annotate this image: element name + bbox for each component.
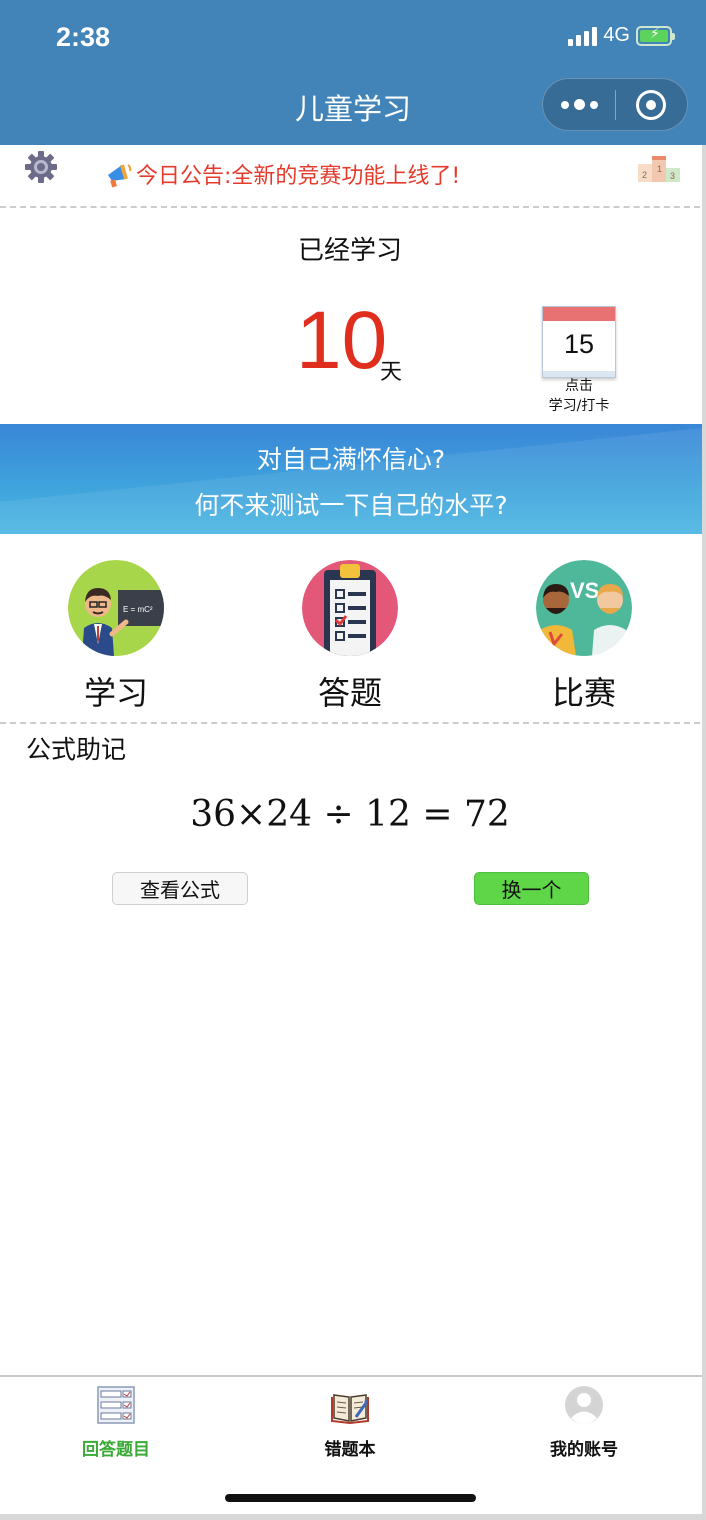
signal-icon — [568, 26, 598, 46]
status-indicators: 4G ⚡ — [568, 24, 675, 47]
banner-line1: 对自己满怀信心? — [256, 445, 446, 474]
podium-icon[interactable]: 1 2 3 — [636, 154, 682, 182]
gear-icon[interactable] — [24, 150, 58, 184]
close-icon[interactable] — [616, 79, 687, 130]
teacher-icon: E = mC² — [68, 560, 164, 656]
svg-text:3: 3 — [670, 171, 675, 181]
tab-my-account[interactable]: 我的账号 — [514, 1385, 654, 1460]
battery-icon: ⚡ — [636, 25, 675, 46]
study-days-count: 10 — [296, 295, 388, 386]
tab-mistake-book[interactable]: 错题本 — [280, 1385, 420, 1460]
calendar-header — [543, 307, 615, 321]
feature-competition-label: 比赛 — [551, 674, 616, 712]
question-list-icon — [97, 1386, 135, 1424]
calendar-day: 15 — [563, 329, 595, 359]
banner-line2: 何不来测试一下自己的水平? — [194, 491, 508, 520]
feature-quiz[interactable]: 答题 — [302, 560, 398, 712]
formula-expression: 36×24 ÷ 12 = 72 — [190, 794, 510, 835]
studied-label: 已经学习 — [297, 236, 402, 266]
feature-study[interactable]: E = mC² 学习 — [68, 560, 164, 712]
svg-text:VS: VS — [570, 578, 599, 603]
status-time: 2:38 — [56, 22, 111, 52]
challenge-banner[interactable]: 对自己满怀信心? 何不来测试一下自己的水平? — [0, 424, 702, 534]
checkin-label-line2: 学习/打卡 — [548, 398, 610, 414]
checkin-calendar-button[interactable]: 15 — [542, 306, 616, 378]
formula-section-title: 公式助记 — [26, 735, 127, 764]
svg-text:E = mC²: E = mC² — [123, 605, 153, 614]
next-formula-button[interactable]: 换一个 — [474, 872, 589, 905]
feature-quiz-label: 答题 — [317, 674, 382, 712]
view-formula-button[interactable]: 查看公式 — [112, 872, 248, 905]
divider — [0, 206, 700, 208]
svg-text:1: 1 — [657, 164, 662, 174]
checkin-label-line1: 点击 — [565, 378, 593, 394]
feature-competition[interactable]: VS 比赛 — [536, 560, 632, 712]
divider — [0, 722, 700, 724]
versus-icon: VS — [536, 560, 632, 656]
header: 2:38 4G ⚡ 儿童学习 — [0, 0, 706, 145]
megaphone-icon — [108, 164, 132, 188]
announcement-bar[interactable]: 今日公告:全新的竞赛功能上线了! — [104, 158, 460, 190]
study-days-unit: 天 — [380, 360, 403, 385]
tab-my-account-label: 我的账号 — [550, 1440, 618, 1460]
mini-program-capsule — [542, 78, 688, 131]
svg-text:2: 2 — [642, 170, 647, 180]
clipboard-icon — [302, 560, 398, 656]
home-indicator[interactable] — [225, 1494, 476, 1502]
tab-mistake-book-label: 错题本 — [324, 1440, 376, 1460]
tab-answer-questions-label: 回答题目 — [82, 1440, 150, 1460]
user-avatar-icon — [565, 1386, 603, 1424]
network-type: 4G — [603, 24, 630, 46]
checkin-label[interactable]: 点击 学习/打卡 — [536, 376, 622, 416]
tab-answer-questions[interactable]: 回答题目 — [46, 1385, 186, 1460]
more-icon[interactable] — [543, 79, 615, 130]
book-icon — [331, 1394, 369, 1425]
feature-study-label: 学习 — [83, 674, 148, 712]
announcement-text: 今日公告:全新的竞赛功能上线了! — [136, 164, 461, 189]
